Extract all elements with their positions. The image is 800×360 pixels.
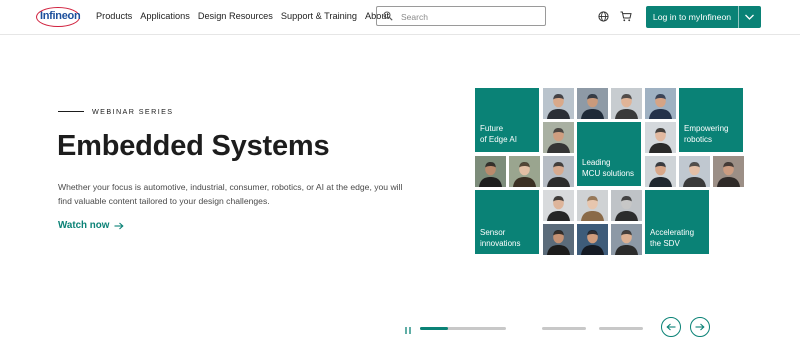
speaker-photo (577, 190, 608, 221)
speaker-photo (475, 156, 506, 187)
tile-label: Leading MCU solutions (582, 158, 635, 178)
speaker-photo (509, 156, 540, 187)
nav-item-design-resources[interactable]: Design Resources (198, 11, 273, 21)
globe-icon[interactable] (598, 11, 609, 22)
search-box[interactable] (376, 6, 546, 26)
search-input[interactable] (399, 9, 543, 25)
watch-now-label: Watch now (58, 220, 110, 231)
eyebrow-text: WEBINAR SERIES (92, 107, 174, 116)
speaker-photo (543, 88, 574, 119)
speaker-photo (543, 156, 574, 187)
tile-label: Accelerating the SDV (650, 228, 695, 248)
hero-title: Embedded Systems (57, 130, 330, 162)
main-nav: Products Applications Design Resources S… (96, 11, 397, 21)
speaker-photo (611, 224, 642, 255)
pause-icon[interactable] (404, 326, 412, 335)
speaker-photo (645, 156, 676, 187)
tile-future-edge-ai[interactable]: Future of Edge AI (475, 88, 539, 152)
arrow-right-icon (114, 222, 124, 229)
speaker-photo (645, 122, 676, 153)
carousel-indicator-2[interactable] (542, 327, 586, 330)
speaker-photo (645, 88, 676, 119)
login-button-label: Log in to myInfineon (652, 12, 732, 22)
tile-label: Sensor innovations (480, 228, 521, 248)
speaker-photo (543, 224, 574, 255)
nav-item-support-training[interactable]: Support & Training (281, 11, 357, 21)
login-divider (738, 6, 739, 28)
nav-item-products[interactable]: Products (96, 11, 132, 21)
speaker-photo (577, 224, 608, 255)
logo-text: Infineon (40, 10, 81, 22)
login-button[interactable]: Log in to myInfineon (646, 6, 761, 28)
speaker-photo (543, 122, 574, 153)
tile-leading-mcu-solutions[interactable]: Leading MCU solutions (577, 122, 641, 186)
tile-label: Empowering robotics (684, 124, 729, 144)
speaker-photo (577, 88, 608, 119)
carousel-indicator-1[interactable] (420, 327, 506, 330)
search-icon (383, 11, 393, 21)
webinar-mosaic: Future of Edge AI Empowering robotics Lead… (475, 88, 744, 255)
speaker-photo (713, 156, 744, 187)
tile-accelerating-sdv[interactable]: Accelerating the SDV (645, 190, 709, 254)
top-navigation-bar: Infineon Products Applications Design Re… (0, 0, 800, 35)
carousel-prev-button[interactable] (661, 317, 681, 337)
carousel-progress (420, 327, 448, 330)
speaker-photo (611, 190, 642, 221)
tile-empowering-robotics[interactable]: Empowering robotics (679, 88, 743, 152)
hero-eyebrow: WEBINAR SERIES (58, 107, 174, 116)
carousel-next-button[interactable] (690, 317, 710, 337)
arrow-left-icon (666, 323, 676, 331)
hero-description: Whether your focus is automotive, indust… (58, 182, 403, 206)
eyebrow-rule (58, 111, 84, 112)
speaker-photo (611, 88, 642, 119)
tile-label: Future of Edge AI (480, 124, 517, 144)
speaker-photo (679, 156, 710, 187)
chevron-down-icon[interactable] (744, 12, 755, 22)
carousel-indicator-3[interactable] (599, 327, 643, 330)
speaker-photo (543, 190, 574, 221)
watch-now-link[interactable]: Watch now (58, 220, 124, 231)
arrow-right-icon (695, 323, 705, 331)
tile-sensor-innovations[interactable]: Sensor innovations (475, 190, 539, 254)
nav-item-applications[interactable]: Applications (140, 11, 190, 21)
cart-icon[interactable] (620, 11, 632, 22)
infineon-logo[interactable]: Infineon (36, 5, 82, 29)
